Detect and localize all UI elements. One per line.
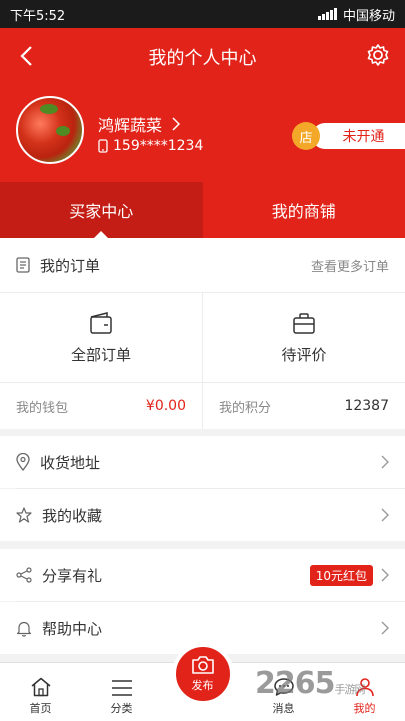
all-orders-button[interactable]: 全部订单 [0, 293, 202, 383]
bag-icon [292, 312, 316, 334]
all-orders-label: 全部订单 [71, 344, 131, 365]
center-tabs: 买家中心 我的商铺 [0, 182, 405, 238]
order-shortcuts: 全部订单 待评价 [0, 292, 405, 383]
menu-item-share[interactable]: 分享有礼 10元红包 [0, 549, 405, 601]
orders-header[interactable]: 我的订单 查看更多订单 [0, 238, 405, 292]
status-time: 下午5:52 [10, 5, 65, 24]
nav-label-mine: 我的 [354, 700, 376, 716]
nav-label-home: 首页 [30, 700, 52, 716]
nav-label-category: 分类 [111, 700, 133, 716]
phone-icon [98, 139, 108, 153]
signal-icon [318, 8, 337, 20]
location-icon [16, 453, 30, 471]
wallet-cell[interactable]: 我的钱包 ¥0.00 [0, 383, 202, 429]
camera-icon [191, 655, 215, 675]
profile-name: 鸿辉蔬菜 [98, 112, 162, 136]
menu-item-favorites[interactable]: 我的收藏 [0, 489, 405, 541]
nav-home[interactable]: 首页 [0, 663, 81, 721]
site-watermark: 2265手游网 [255, 666, 365, 701]
watermark-main: 2265 [255, 666, 335, 701]
publish-button[interactable]: 发布 [172, 643, 234, 705]
menu-label-address: 收货地址 [40, 452, 100, 473]
profile-section: 鸿辉蔬菜 159****1234 店 未开通 [0, 84, 405, 182]
watermark-sub: 手游网 [335, 683, 365, 696]
status-bar: 下午5:52 中国移动 [0, 0, 405, 28]
shop-icon: 店 [292, 122, 320, 150]
profile-phone: 159****1234 [113, 138, 203, 154]
carrier-name: 中国移动 [343, 5, 395, 24]
nav-label-publish: 发布 [192, 677, 214, 693]
menu-label-share: 分享有礼 [42, 565, 102, 586]
points-value: 12387 [344, 398, 389, 414]
pending-review-label: 待评价 [281, 344, 326, 365]
tab-buyer-center[interactable]: 买家中心 [0, 182, 203, 238]
chevron-right-icon [172, 117, 180, 131]
chevron-right-icon [381, 508, 389, 522]
pending-review-button[interactable]: 待评价 [202, 293, 405, 383]
wallet-points-row: 我的钱包 ¥0.00 我的积分 12387 [0, 382, 405, 429]
list-icon [111, 679, 133, 697]
nav-category[interactable]: 分类 [81, 663, 162, 721]
menu-label-help: 帮助中心 [42, 618, 102, 639]
points-cell[interactable]: 我的积分 12387 [202, 383, 405, 429]
gear-icon[interactable] [365, 42, 391, 68]
document-icon [16, 257, 30, 273]
wallet-label: 我的钱包 [16, 397, 68, 416]
avatar[interactable] [16, 96, 84, 164]
app-header: 我的个人中心 [0, 28, 405, 84]
red-packet-badge: 10元红包 [310, 565, 373, 586]
bell-icon [16, 620, 32, 637]
tab-my-shop[interactable]: 我的商铺 [203, 182, 405, 238]
wallet-icon [89, 312, 113, 334]
profile-name-link[interactable]: 鸿辉蔬菜 [98, 112, 180, 136]
menu-item-address[interactable]: 收货地址 [0, 436, 405, 488]
menu-label-favorites: 我的收藏 [42, 505, 102, 526]
chevron-right-icon [381, 568, 389, 582]
shop-status-button[interactable]: 未开通 [312, 123, 405, 149]
star-icon [16, 507, 32, 523]
wallet-amount: ¥0.00 [146, 398, 186, 414]
chevron-right-icon [381, 455, 389, 469]
points-label: 我的积分 [219, 397, 271, 416]
home-icon [30, 677, 52, 697]
chevron-right-icon [381, 621, 389, 635]
nav-label-messages: 消息 [273, 700, 295, 716]
view-more-orders-link[interactable]: 查看更多订单 [311, 256, 389, 275]
share-icon [16, 567, 32, 583]
orders-title: 我的订单 [40, 255, 100, 276]
page-title: 我的个人中心 [0, 44, 405, 70]
